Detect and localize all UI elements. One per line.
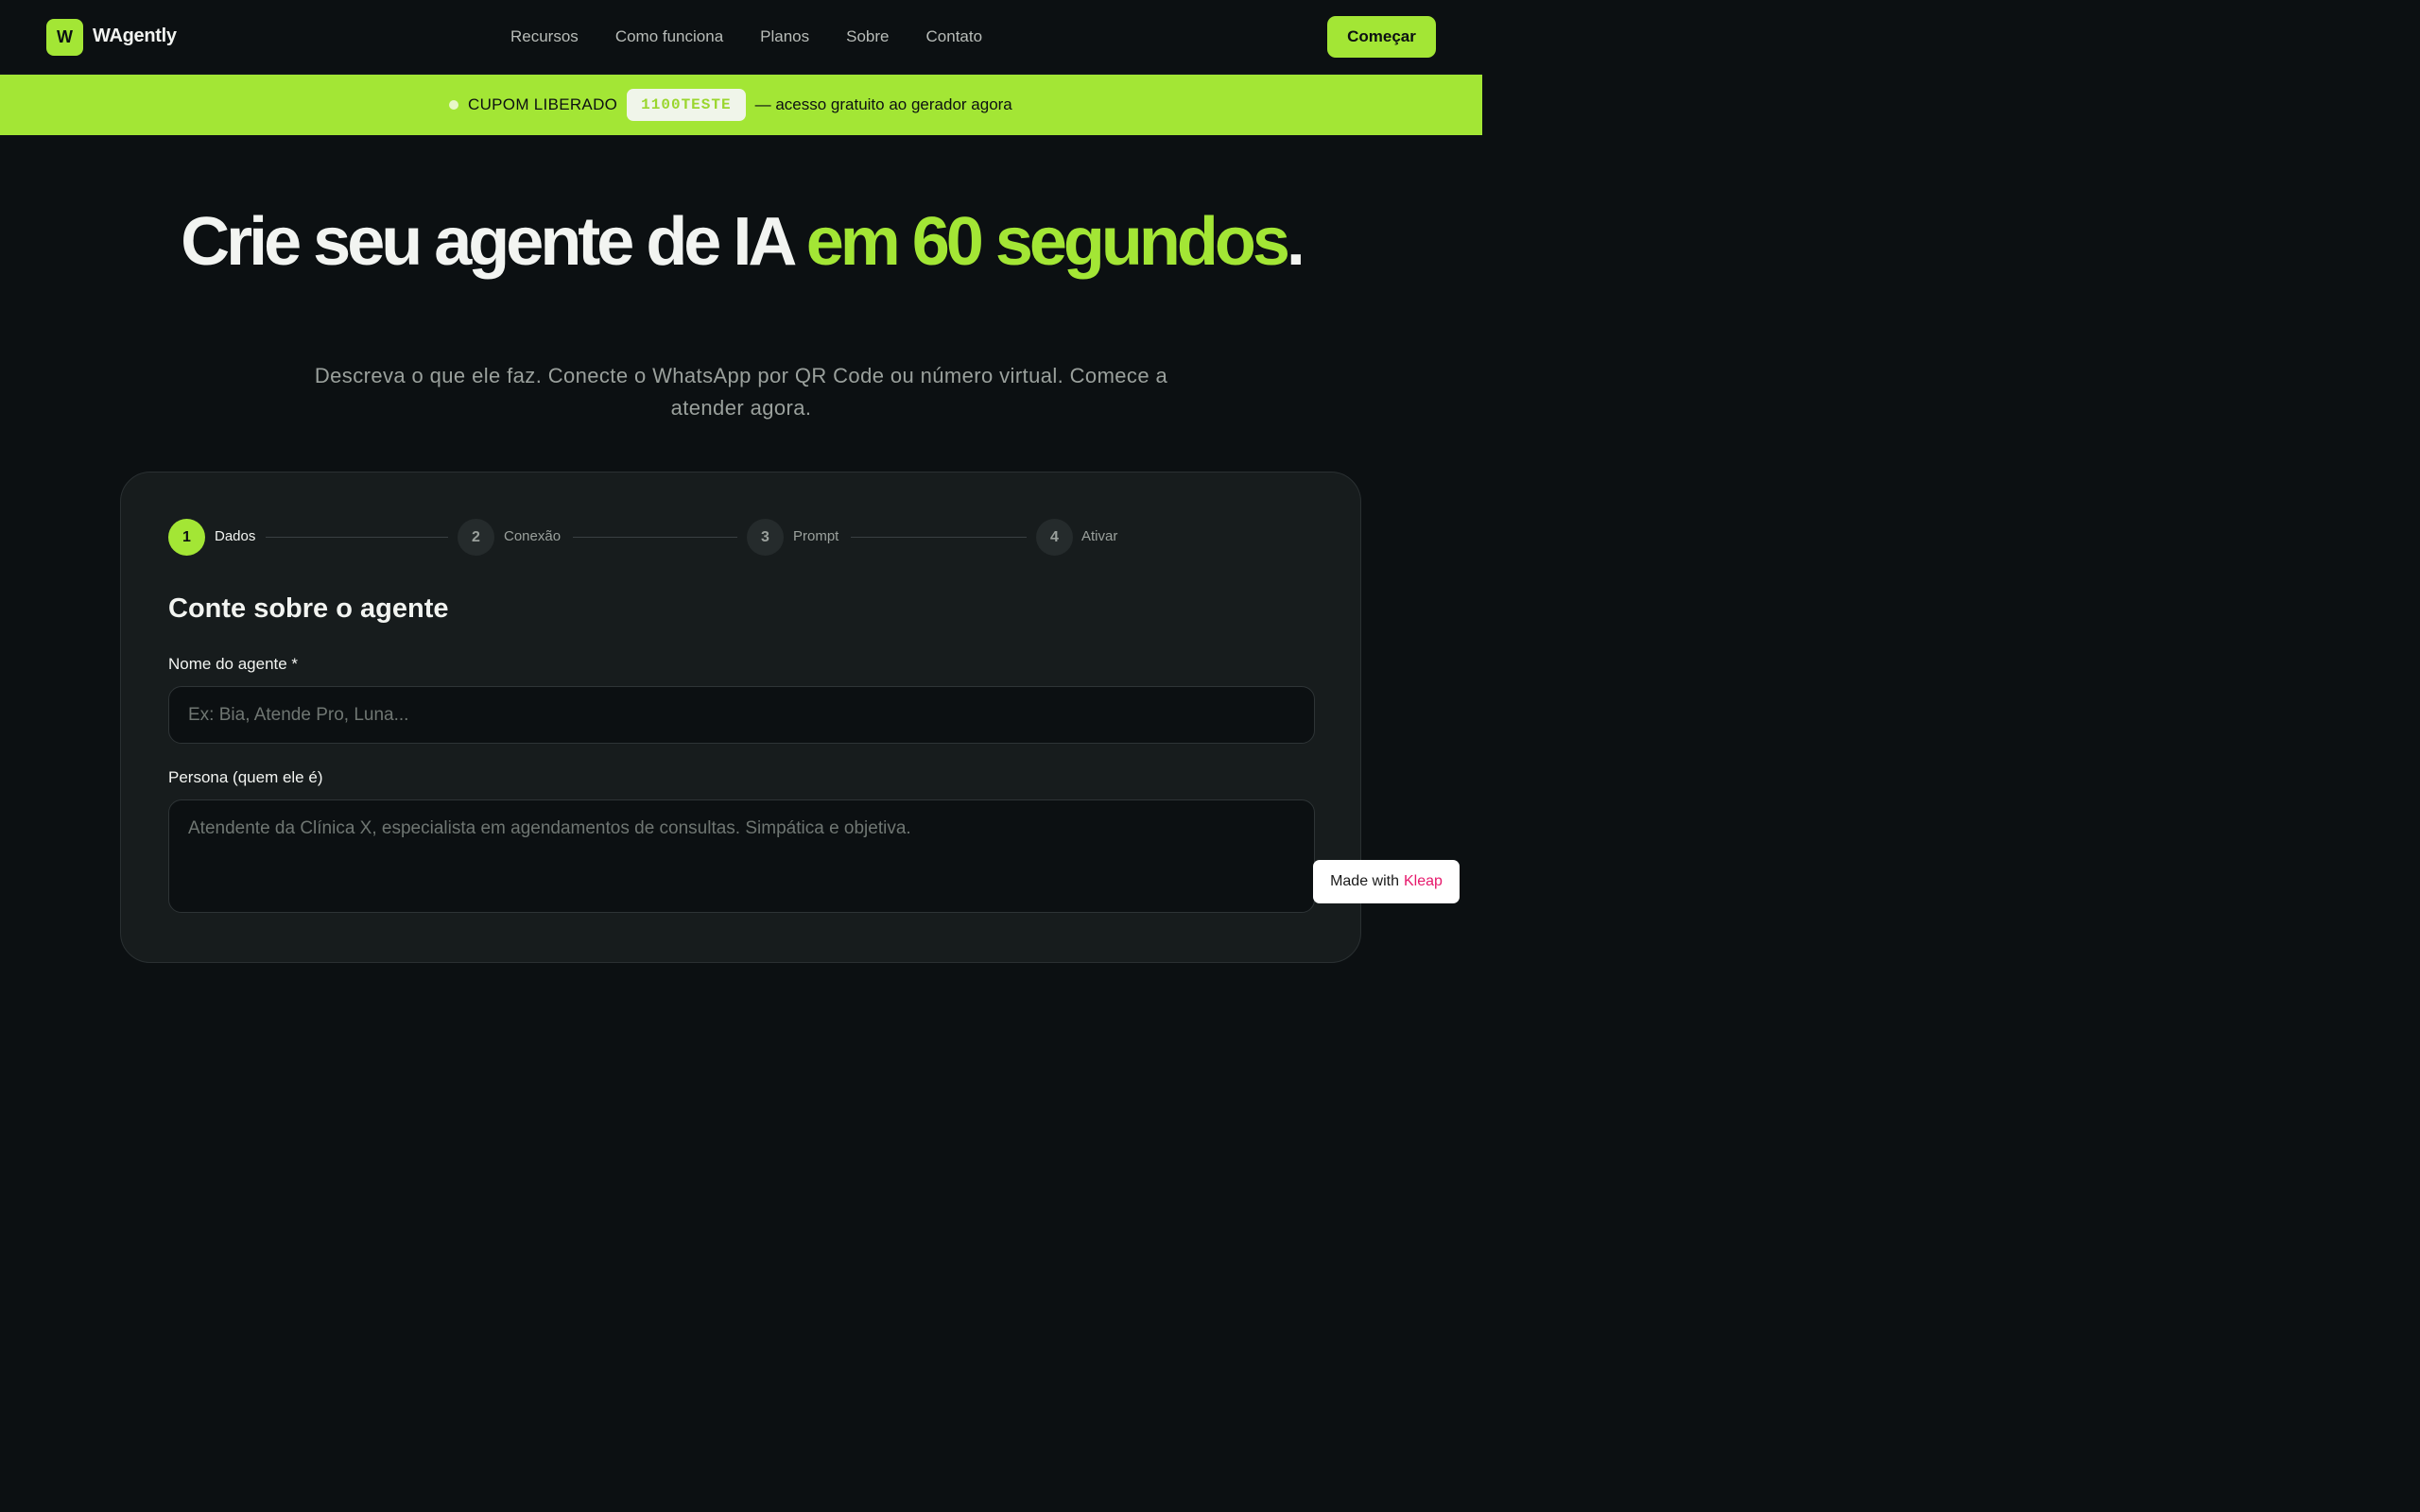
nav-link-planos[interactable]: Planos bbox=[760, 27, 809, 46]
brand-name[interactable]: WAgently bbox=[93, 26, 177, 47]
nav-link-sobre[interactable]: Sobre bbox=[846, 27, 889, 46]
coupon-banner-content: CUPOM LIBERADO 1100TESTE — acesso gratui… bbox=[449, 89, 1012, 121]
start-button[interactable]: Começar bbox=[1327, 16, 1436, 58]
step-2-label: Conexão bbox=[504, 528, 562, 544]
badge-prefix: Made with bbox=[1330, 873, 1399, 889]
status-dot-icon bbox=[449, 100, 458, 110]
step-2-circle[interactable]: 2 bbox=[458, 519, 494, 556]
persona-textarea[interactable] bbox=[168, 799, 1315, 913]
agent-wizard-card: 1 Dados 2 Conexão 3 Prompt 4 Ativar Cont… bbox=[120, 472, 1361, 963]
step-4-circle[interactable]: 4 bbox=[1036, 519, 1073, 556]
agent-name-input[interactable] bbox=[168, 686, 1315, 744]
nav-link-como-funciona[interactable]: Como funciona bbox=[615, 27, 723, 46]
nav-link-contato[interactable]: Contato bbox=[926, 27, 983, 46]
step-1-circle[interactable]: 1 bbox=[168, 519, 205, 556]
nav-link-recursos[interactable]: Recursos bbox=[510, 27, 579, 46]
nav-links: Recursos Como funciona Planos Sobre Cont… bbox=[510, 27, 982, 46]
hero-subtitle: Descreva o que ele faz. Conecte o WhatsA… bbox=[314, 364, 1168, 420]
coupon-label: CUPOM LIBERADO bbox=[468, 95, 618, 113]
persona-label: Persona (quem ele é) bbox=[168, 768, 323, 786]
hero-title: Crie seu agente de IA em 60 segundos. bbox=[0, 208, 1482, 276]
step-4-label: Ativar bbox=[1081, 528, 1118, 544]
step-3-label: Prompt bbox=[793, 528, 839, 544]
badge-brand: Kleap bbox=[1404, 873, 1443, 889]
agent-name-label: Nome do agente * bbox=[168, 655, 299, 673]
top-navbar: W WAgently Recursos Como funciona Planos… bbox=[0, 0, 1482, 75]
hero-title-end: . bbox=[1286, 204, 1305, 280]
step-connector bbox=[573, 537, 737, 538]
made-with-kleap-badge[interactable]: Made with Kleap bbox=[1313, 860, 1460, 903]
logo-icon[interactable]: W bbox=[46, 19, 83, 56]
hero-title-accent: em 60 segundos bbox=[805, 204, 1290, 280]
coupon-text: — acesso gratuito ao gerador agora bbox=[754, 95, 1012, 113]
form-title: Conte sobre o agente bbox=[168, 593, 449, 624]
coupon-code[interactable]: 1100TESTE bbox=[627, 89, 746, 121]
coupon-banner: CUPOM LIBERADO 1100TESTE — acesso gratui… bbox=[0, 75, 1482, 135]
step-3-circle[interactable]: 3 bbox=[747, 519, 784, 556]
step-1-label: Dados bbox=[215, 528, 256, 544]
hero-title-main: Crie seu agente de IA bbox=[181, 204, 806, 280]
step-connector bbox=[851, 537, 1027, 538]
step-connector bbox=[266, 537, 448, 538]
